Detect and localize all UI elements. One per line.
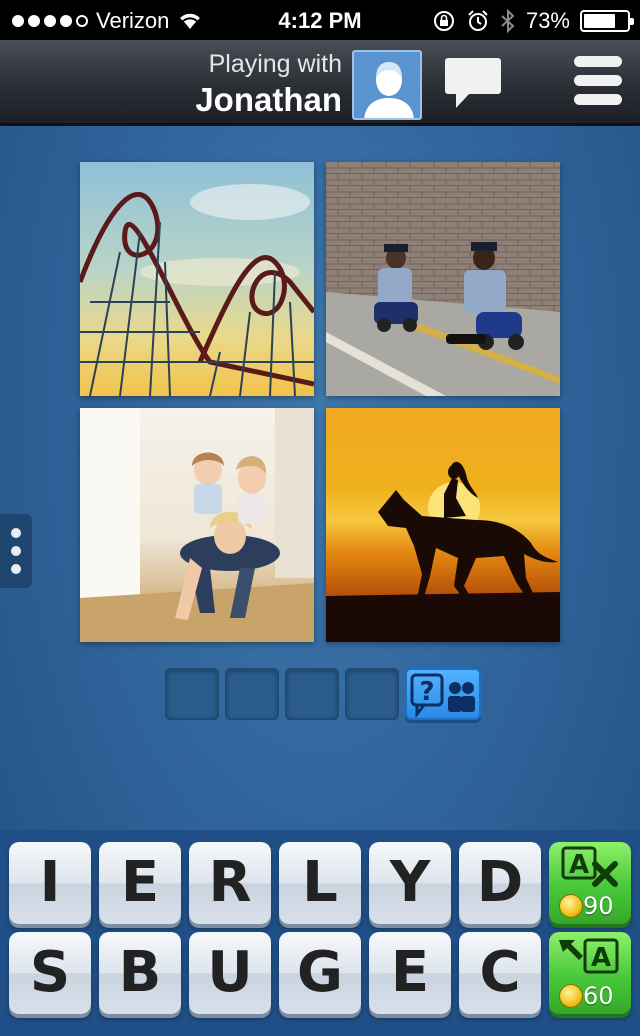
- letter-key[interactable]: E: [99, 842, 181, 924]
- reveal-letter-button[interactable]: A 60: [549, 932, 631, 1014]
- chat-button[interactable]: [444, 56, 502, 115]
- reveal-letter-cost: 60: [583, 982, 614, 1010]
- dot-icon: [11, 546, 21, 556]
- coin-icon: [559, 894, 583, 918]
- hamburger-bar-icon: [574, 75, 622, 86]
- letter-key[interactable]: S: [9, 932, 91, 1014]
- svg-text:A: A: [569, 850, 589, 880]
- puzzle-image-kids-on-mother[interactable]: [80, 408, 314, 642]
- answer-slot-3[interactable]: [285, 668, 339, 720]
- puzzle-image-roller-coaster[interactable]: [80, 162, 314, 396]
- answer-slot-1[interactable]: [165, 668, 219, 720]
- letter-key[interactable]: D: [459, 842, 541, 924]
- opponent-name: Jonathan: [195, 81, 342, 118]
- opponent-info: Playing with Jonathan: [195, 50, 342, 119]
- letter-key[interactable]: U: [189, 932, 271, 1014]
- puzzle-image-police-scooters[interactable]: [326, 162, 560, 396]
- remove-letters-icon: A: [561, 846, 618, 887]
- chat-bubble-icon: [445, 58, 501, 108]
- letter-key[interactable]: C: [459, 932, 541, 1014]
- letter-key[interactable]: I: [9, 842, 91, 924]
- hamburger-bar-icon: [574, 56, 622, 67]
- side-menu-tab[interactable]: [0, 514, 32, 588]
- dot-icon: [11, 528, 21, 538]
- rotation-lock-icon: [433, 11, 454, 31]
- playing-with-label: Playing with: [208, 50, 342, 78]
- answer-slot-2[interactable]: [225, 668, 279, 720]
- letter-key[interactable]: E: [369, 932, 451, 1014]
- reveal-letter-icon: A: [559, 938, 619, 974]
- alarm-icon: [468, 10, 488, 31]
- remove-letters-button[interactable]: A 90: [549, 842, 631, 924]
- bluetooth-icon: [501, 9, 515, 33]
- svg-text:?: ?: [419, 677, 434, 707]
- answer-slot-4[interactable]: [345, 668, 399, 720]
- letter-key[interactable]: B: [99, 932, 181, 1014]
- ask-friends-icon: ?: [410, 673, 475, 719]
- letter-key[interactable]: R: [189, 842, 271, 924]
- svg-text:A: A: [591, 943, 611, 973]
- coin-icon: [559, 984, 583, 1008]
- menu-button[interactable]: [574, 56, 622, 108]
- top-nav-bar: Playing with Jonathan: [0, 40, 640, 126]
- status-right: 73%: [432, 8, 634, 34]
- battery-percent: 73%: [525, 8, 570, 33]
- battery-icon: [580, 10, 634, 32]
- battery-level: [584, 14, 615, 28]
- puzzle-image-horse-sunset[interactable]: [326, 408, 560, 642]
- letter-key[interactable]: G: [279, 932, 361, 1014]
- status-bar: Verizon 4:12 PM 73%: [0, 0, 640, 40]
- opponent-avatar[interactable]: [352, 50, 422, 120]
- letter-key[interactable]: L: [279, 842, 361, 924]
- hamburger-bar-icon: [574, 94, 622, 105]
- avatar-placeholder-icon: [364, 62, 414, 118]
- remove-letters-cost: 90: [583, 892, 614, 920]
- ask-friends-button[interactable]: ?: [405, 668, 481, 720]
- dot-icon: [11, 564, 21, 574]
- letter-key[interactable]: Y: [369, 842, 451, 924]
